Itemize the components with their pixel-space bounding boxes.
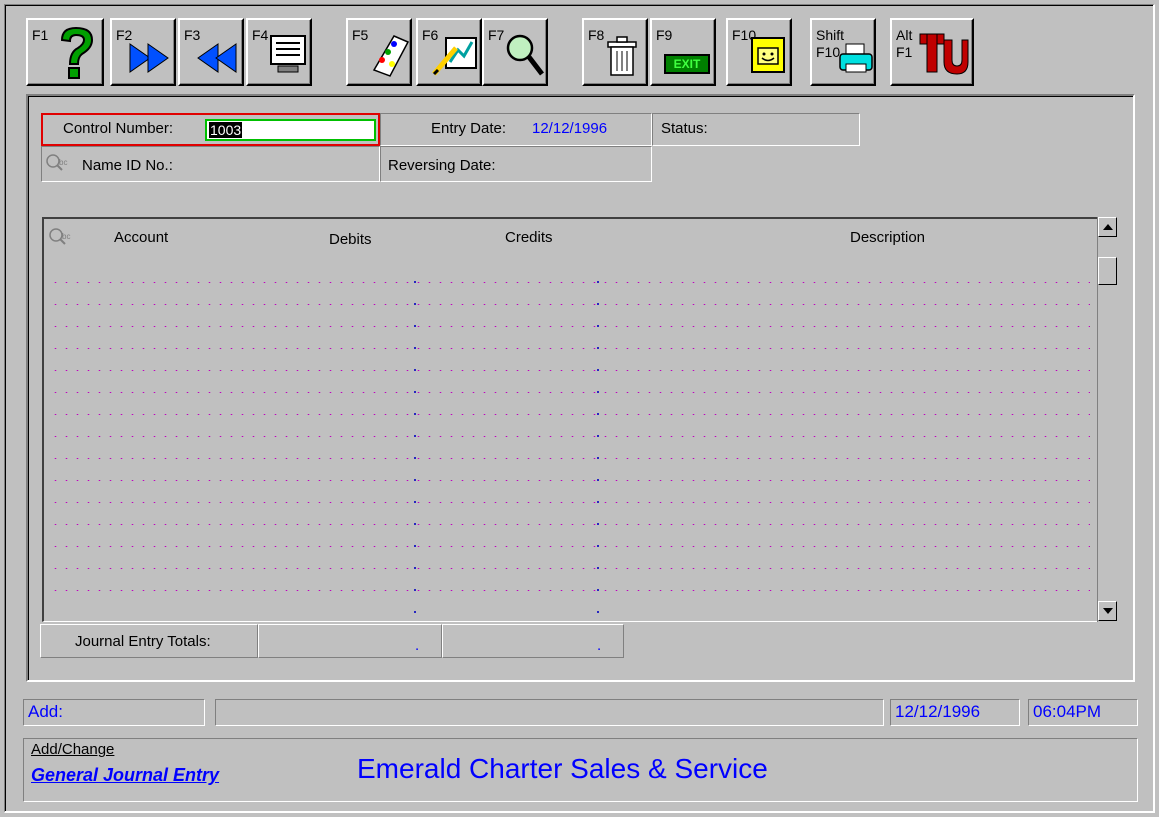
entry-date-value[interactable]: 12/12/1996 [532,120,607,137]
screen-title: General Journal Entry [31,765,220,785]
down-arrow-icon [1103,608,1113,614]
grid-row[interactable] [50,392,1090,393]
f4-list-button[interactable]: F4 [246,18,312,86]
f5-palette-button[interactable]: F5 [346,18,412,86]
date-status: 12/12/1996 [890,699,1020,726]
debits-decimal-guide [414,271,416,617]
name-id-label: Name ID No.: [82,157,173,174]
grid-row[interactable] [50,568,1090,569]
color-palette-icon [372,35,410,77]
credits-decimal-guide [597,271,599,617]
journal-entry-totals-label: Journal Entry Totals: [75,633,211,650]
total-credits-value: . [597,637,602,654]
tu-logo-icon [919,33,969,75]
next-arrow-icon [129,43,169,73]
printer-icon [839,43,873,73]
grid-row[interactable] [50,414,1090,415]
name-lookup-icon[interactable]: bc [45,153,71,173]
f10-notes-button[interactable]: F10 [726,18,792,86]
control-number-input[interactable]: 1003 [205,119,376,141]
account-lookup-icon[interactable]: bc [48,227,74,247]
f6-edit-button[interactable]: F6 [416,18,482,86]
mode-caption: Add/Change [31,741,115,758]
grid-row[interactable] [50,546,1090,547]
alt-f1-about-button[interactable]: Alt F1 [890,18,974,86]
reversing-date-label: Reversing Date: [388,157,496,174]
shift-f10-print-button[interactable]: Shift F10 [810,18,876,86]
grid-row[interactable] [50,370,1090,371]
monitor-list-icon [270,35,306,73]
journal-lines-grid[interactable]: bc Account Debits Credits Description [42,217,1099,622]
grid-row[interactable] [50,326,1090,327]
grid-vertical-scrollbar[interactable] [1097,217,1117,622]
total-debits-value: . [415,637,420,654]
status-label: Status: [661,120,708,137]
smiley-note-icon [751,37,785,73]
help-question-icon [60,26,94,79]
f9-exit-button[interactable]: F9 EXIT [650,18,716,86]
pencil-chart-icon [432,37,477,76]
time-status: 06:04PM [1028,699,1138,726]
entry-date-label: Entry Date: [431,120,507,137]
column-header-debits: Debits [329,231,372,248]
svg-text:bc: bc [62,232,70,241]
grid-row[interactable] [50,480,1090,481]
footer-banner: Add/Change General Journal Entry Emerald… [23,738,1138,802]
exit-sign-icon: EXIT [664,54,710,74]
total-credits-cell: . [442,624,624,658]
scroll-thumb[interactable] [1098,257,1117,285]
trash-can-icon [607,36,637,76]
up-arrow-icon [1103,224,1113,230]
mode-status: Add: [23,699,205,726]
f8-delete-button[interactable]: F8 [582,18,648,86]
control-number-label: Control Number: [63,120,174,137]
magnifier-search-icon [506,34,544,76]
scroll-down-button[interactable] [1098,601,1117,621]
total-debits-cell: . [258,624,442,658]
grid-row[interactable] [50,502,1090,503]
grid-row[interactable] [50,348,1090,349]
previous-arrow-icon [197,43,237,73]
grid-row[interactable] [50,436,1090,437]
f1-help-button[interactable]: F1 [26,18,104,86]
column-header-description: Description [850,229,926,246]
grid-row[interactable] [50,304,1090,305]
grid-row[interactable] [50,590,1090,591]
grid-row[interactable] [50,282,1090,283]
scroll-up-button[interactable] [1098,217,1117,237]
entry-date-cell [380,113,652,146]
column-header-credits: Credits [505,229,553,246]
totals-label-cell: Journal Entry Totals: [40,624,258,658]
f3-previous-button[interactable]: F3 [178,18,244,86]
f2-next-button[interactable]: F2 [110,18,176,86]
f7-search-button[interactable]: F7 [482,18,548,86]
grid-row[interactable] [50,458,1090,459]
svg-text:bc: bc [59,158,67,167]
grid-row[interactable] [50,524,1090,525]
message-status [215,699,884,726]
company-name: Emerald Charter Sales & Service [357,753,768,784]
column-header-account: Account [114,229,169,246]
